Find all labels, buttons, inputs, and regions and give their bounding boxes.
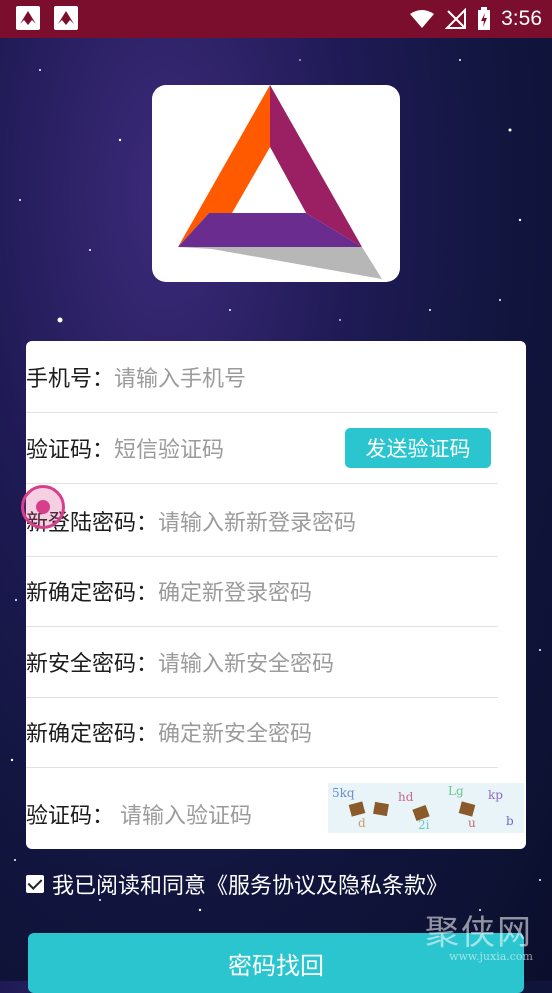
new-login-password-field[interactable]: 新登陆密码： 请输入新新登录密码 [26, 486, 498, 557]
new-security-password-input[interactable]: 请输入新安全密码 [158, 646, 334, 678]
sms-code-label: 验证码： [26, 438, 115, 463]
watermark-title: 聚侠网 [425, 913, 533, 953]
phone-input[interactable]: 请输入手机号 [114, 361, 246, 393]
clock: 3:56 [501, 7, 542, 30]
svg-text:kp: kp [488, 788, 503, 802]
triangle-logo-icon [178, 85, 382, 279]
agreement-text[interactable]: 我已阅读和同意《服务协议及隐私条款》 [52, 868, 448, 900]
new-login-password-input[interactable]: 请输入新新登录密码 [158, 505, 356, 537]
confirm-login-password-field[interactable]: 新确定密码： 确定新登录密码 [26, 556, 498, 627]
app-notification-icon [16, 6, 40, 30]
new-security-password-label: 新安全密码： [26, 652, 159, 677]
status-bar: 3:56 [0, 0, 552, 38]
sms-code-input[interactable]: 短信验证码 [114, 432, 224, 464]
no-signal-icon [445, 8, 467, 29]
svg-text:hd: hd [398, 790, 414, 804]
svg-text:5kq: 5kq [332, 786, 355, 800]
confirm-login-password-input[interactable]: 确定新登录密码 [158, 575, 312, 607]
confirm-security-password-input[interactable]: 确定新安全密码 [158, 716, 312, 748]
captcha-input[interactable]: 请输入验证码 [120, 798, 252, 830]
captcha-label: 验证码： [26, 804, 115, 829]
captcha-image[interactable]: 5kq hd Lg kp d 2i u b [328, 783, 524, 833]
svg-text:u: u [468, 816, 476, 830]
svg-text:2i: 2i [418, 818, 430, 832]
send-code-button[interactable]: 发送验证码 [345, 428, 491, 468]
agreement-row[interactable]: 我已阅读和同意《服务协议及隐私条款》 [26, 868, 448, 900]
confirm-security-password-field[interactable]: 新确定密码： 确定新安全密码 [26, 697, 498, 768]
wifi-icon [410, 10, 435, 28]
battery-charging-icon [478, 7, 491, 30]
phone-field[interactable]: 手机号： 请输入手机号 [26, 342, 498, 413]
app-notification-icon [54, 6, 78, 30]
watermark: 聚侠网 www.juxia.com [425, 905, 533, 963]
svg-text:Lg: Lg [448, 784, 464, 798]
svg-text:d: d [358, 816, 366, 830]
confirm-login-password-label: 新确定密码： [26, 581, 159, 606]
app-logo [152, 85, 400, 282]
confirm-security-password-label: 新确定密码： [26, 722, 159, 747]
new-security-password-field[interactable]: 新安全密码： 请输入新安全密码 [26, 627, 498, 698]
phone-label: 手机号： [26, 367, 115, 392]
svg-text:b: b [506, 814, 514, 828]
agreement-checkbox[interactable] [26, 875, 44, 893]
touch-indicator [21, 485, 65, 529]
